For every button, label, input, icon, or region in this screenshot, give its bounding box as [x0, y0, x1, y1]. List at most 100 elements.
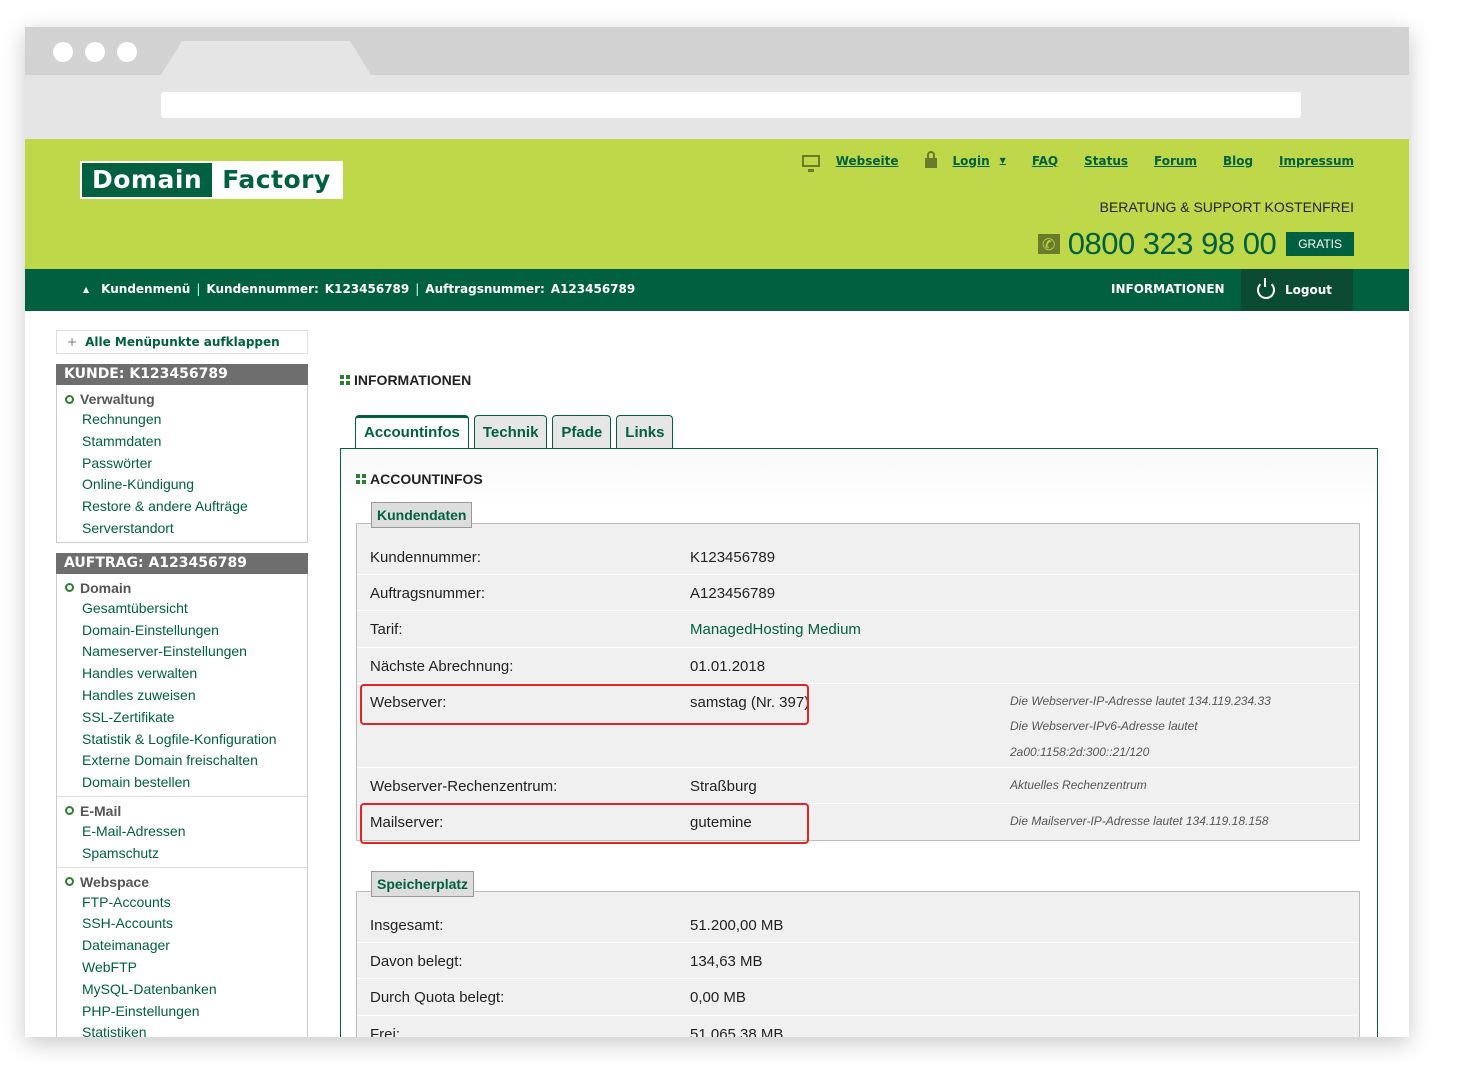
nav-impressum[interactable]: Impressum — [1279, 154, 1354, 168]
nav-label: Login — [952, 153, 990, 168]
sidebar-group-title[interactable]: Webspace — [57, 872, 307, 892]
table-row: Auftragsnummer: A123456789 — [357, 575, 1359, 612]
row-key: Webserver-Rechenzentrum: — [370, 777, 558, 795]
sidebar-menu: + Alle Menüpunkte aufklappen KUNDE: K123… — [56, 330, 308, 1037]
address-bar[interactable] — [161, 92, 1301, 118]
logout-button[interactable]: Logout — [1241, 269, 1353, 311]
top-navigation: Webseite Login ▼ FAQ Status Forum Blog Im… — [801, 151, 1354, 172]
table-row: Frei: 51.065,38 MB — [357, 1016, 1359, 1037]
logo-part2: Factory — [212, 163, 341, 197]
main-content: INFORMATIONEN Accountinfos Technik Pfade… — [340, 372, 1380, 1037]
sidebar-group-title[interactable]: Verwaltung — [57, 389, 307, 409]
panel-title-label: ACCOUNTINFOS — [370, 471, 483, 487]
sidebar-item-php[interactable]: PHP-Einstellungen — [57, 1001, 307, 1023]
collapse-circle-icon — [65, 806, 74, 816]
expand-all-label: Alle Menüpunkte aufklappen — [85, 335, 280, 349]
row-key: Durch Quota belegt: — [370, 989, 505, 1007]
row-key: Davon belegt: — [370, 953, 463, 971]
sidebar-item-statistiken[interactable]: Statistiken — [57, 1022, 307, 1037]
sidebar-group-verwaltung: Verwaltung Rechnungen Stammdaten Passwör… — [57, 385, 307, 542]
row-value: A123456789 — [690, 585, 776, 603]
row-value: K123456789 — [690, 549, 776, 566]
table-row: Insgesamt: 51.200,00 MB — [357, 907, 1359, 944]
sidebar-item-domain-einstellungen[interactable]: Domain-Einstellungen — [57, 620, 307, 642]
sidebar-section-kunde: Verwaltung Rechnungen Stammdaten Passwör… — [56, 385, 308, 543]
sidebar-item-externe-domain[interactable]: Externe Domain freischalten — [57, 750, 307, 772]
sidebar-group-title[interactable]: Domain — [57, 578, 307, 598]
nav-forum[interactable]: Forum — [1154, 154, 1197, 168]
caret-down-icon: ▼ — [999, 156, 1006, 165]
note-line: Die Webserver-IPv6-Adresse lautet — [1010, 719, 1198, 734]
row-value: 134,63 MB — [690, 953, 763, 971]
collapse-circle-icon — [65, 394, 74, 404]
nav-login[interactable]: Login ▼ — [924, 151, 1006, 168]
sidebar-item-restore[interactable]: Restore & andere Aufträge — [57, 496, 307, 518]
sidebar-item-handles-verwalten[interactable]: Handles verwalten — [57, 663, 307, 685]
row-value: 51.065,38 MB — [690, 1025, 784, 1037]
domainfactory-logo[interactable]: Domain Factory — [80, 161, 343, 199]
row-key: Kundennummer: — [370, 549, 481, 566]
window-maximize-dot[interactable] — [117, 42, 137, 62]
tab-accountinfos[interactable]: Accountinfos — [355, 415, 469, 450]
separator: | — [415, 282, 420, 296]
window-close-dot[interactable] — [53, 42, 73, 62]
browser-window: Domain Factory Webseite Login ▼ FAQ Statu… — [25, 27, 1409, 1037]
sidebar-item-ftp-accounts[interactable]: FTP-Accounts — [57, 892, 307, 914]
support-tagline: BERATUNG & SUPPORT KOSTENFREI — [1099, 199, 1354, 215]
monitor-icon — [801, 154, 820, 172]
sidebar-item-ssh-accounts[interactable]: SSH-Accounts — [57, 913, 307, 935]
nav-faq[interactable]: FAQ — [1032, 154, 1058, 168]
tarif-link[interactable]: ManagedHosting Medium — [690, 621, 861, 638]
group-title-label: Webspace — [80, 873, 149, 890]
sidebar-item-stammdaten[interactable]: Stammdaten — [57, 431, 307, 453]
sidebar-item-mysql[interactable]: MySQL-Datenbanken — [57, 979, 307, 1001]
panel-title: ACCOUNTINFOS — [356, 471, 483, 487]
separator: | — [196, 282, 201, 296]
sidebar-item-email-adressen[interactable]: E-Mail-Adressen — [57, 821, 307, 843]
nav-webseite[interactable]: Webseite — [801, 154, 899, 172]
expand-all-button[interactable]: + Alle Menüpunkte aufklappen — [56, 330, 308, 354]
sidebar-item-spamschutz[interactable]: Spamschutz — [57, 843, 307, 865]
account-bar: ▲ Kundenmenü | Kundennummer: K123456789 … — [25, 269, 1409, 311]
row-key: Frei: — [370, 1025, 400, 1037]
sidebar-item-passwoerter[interactable]: Passwörter — [57, 453, 307, 475]
tab-links[interactable]: Links — [616, 415, 674, 449]
table-row: Tarif: ManagedHosting Medium — [357, 611, 1359, 648]
row-value: Straßburg — [690, 777, 757, 795]
tab-pfade[interactable]: Pfade — [552, 415, 612, 449]
sidebar-item-handles-zuweisen[interactable]: Handles zuweisen — [57, 685, 307, 707]
window-minimize-dot[interactable] — [85, 42, 105, 62]
logout-label: Logout — [1285, 283, 1333, 297]
nav-blog[interactable]: Blog — [1223, 154, 1253, 168]
browser-tab[interactable] — [161, 41, 371, 75]
sidebar-group-email: E-Mail E-Mail-Adressen Spamschutz — [57, 795, 307, 867]
row-key: Tarif: — [370, 621, 403, 639]
order-number-label: Auftragsnummer: — [425, 282, 545, 296]
sidebar-item-online-kuendigung[interactable]: Online-Kündigung — [57, 474, 307, 496]
sidebar-item-webftp[interactable]: WebFTP — [57, 957, 307, 979]
sidebar-section-auftrag: Domain Gesamtübersicht Domain-Einstellun… — [56, 573, 308, 1037]
group-title-label: Domain — [80, 579, 132, 596]
nav-status[interactable]: Status — [1084, 154, 1128, 168]
speicherplatz-legend: Speicherplatz — [371, 871, 475, 897]
sidebar-item-ssl[interactable]: SSL-Zertifikate — [57, 707, 307, 729]
sidebar-item-domain-bestellen[interactable]: Domain bestellen — [57, 772, 307, 794]
customer-menu-toggle[interactable]: Kundenmenü — [101, 282, 190, 296]
kundendaten-legend: Kundendaten — [371, 502, 473, 528]
informationen-link[interactable]: INFORMATIONEN — [1111, 282, 1225, 296]
sidebar-item-rechnungen[interactable]: Rechnungen — [57, 409, 307, 431]
sidebar-item-gesamtuebersicht[interactable]: Gesamtübersicht — [57, 598, 307, 620]
tab-technik[interactable]: Technik — [473, 415, 548, 449]
triangle-up-icon: ▲ — [83, 284, 90, 294]
sidebar-item-nameserver[interactable]: Nameserver-Einstellungen — [57, 641, 307, 663]
phone-number[interactable]: 0800 323 98 00 — [1068, 226, 1277, 262]
support-phone: ✆ 0800 323 98 00 GRATIS — [1037, 226, 1354, 262]
order-number-value: A123456789 — [550, 282, 636, 296]
sidebar-section-header-kunde: KUNDE: K123456789 — [56, 364, 308, 385]
sidebar-item-dateimanager[interactable]: Dateimanager — [57, 935, 307, 957]
sidebar-item-serverstandort[interactable]: Serverstandort — [57, 518, 307, 540]
lock-icon — [924, 151, 937, 168]
collapse-circle-icon — [65, 877, 74, 887]
sidebar-item-statistik-logfile[interactable]: Statistik & Logfile-Konfiguration — [57, 729, 307, 751]
sidebar-group-title[interactable]: E-Mail — [57, 801, 307, 821]
